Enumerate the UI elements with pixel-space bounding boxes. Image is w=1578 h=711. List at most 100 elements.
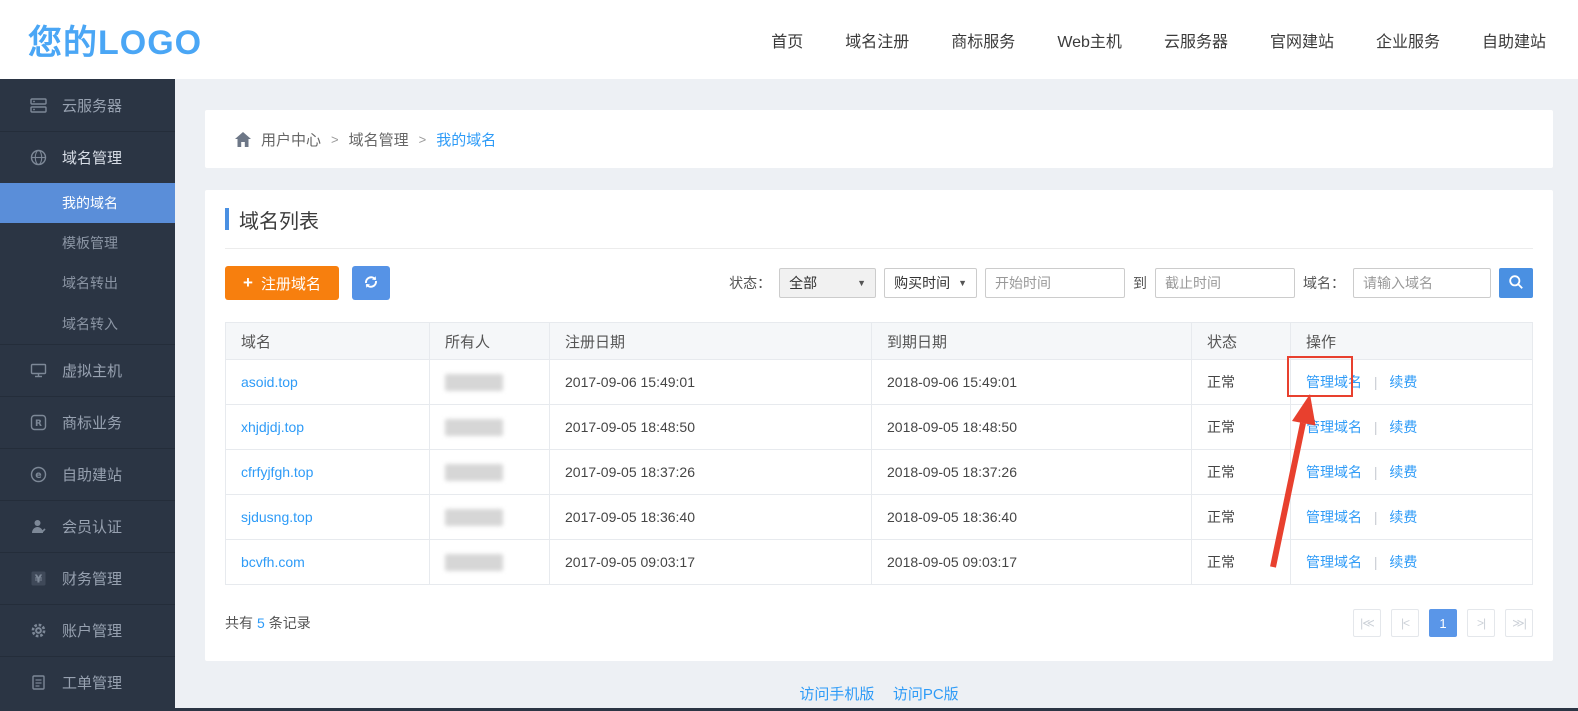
manage-domain-link[interactable]: 管理域名 <box>1306 554 1362 570</box>
nav-domain-register[interactable]: 域名注册 <box>845 28 909 52</box>
search-button[interactable] <box>1499 268 1533 298</box>
domain-link[interactable]: bcvfh.com <box>241 554 305 570</box>
status-select[interactable]: 全部 ▼ <box>779 268 876 298</box>
status-badge: 正常 <box>1192 405 1291 450</box>
sidebar-item-account-management[interactable]: 账户管理 <box>0 604 175 656</box>
end-date-input[interactable] <box>1155 268 1295 298</box>
renew-link[interactable]: 续费 <box>1389 464 1417 480</box>
title-accent-bar <box>225 208 229 230</box>
col-expires: 到期日期 <box>872 323 1192 360</box>
sidebar-item-domain-management[interactable]: 域名管理 <box>0 131 175 183</box>
action-separator: | <box>1374 509 1378 525</box>
sidebar-item-domain-transfer-out[interactable]: 域名转出 <box>0 263 175 303</box>
renew-link[interactable]: 续费 <box>1389 374 1417 390</box>
manage-domain-link[interactable]: 管理域名 <box>1306 509 1362 525</box>
pagination-prev-button[interactable]: |< <box>1391 609 1419 637</box>
register-domain-button[interactable]: + 注册域名 <box>225 266 339 300</box>
sidebar-item-self-site-builder[interactable]: e 自助建站 <box>0 448 175 500</box>
sidebar-item-ticket-management[interactable]: 工单管理 <box>0 656 175 708</box>
owner-redacted <box>445 509 503 526</box>
sidebar-item-label: 域名转入 <box>62 314 118 334</box>
action-separator: | <box>1374 419 1378 435</box>
sidebar: 云服务器 域名管理 我的域名 模板管理 域名转出 域名转入 虚拟主机 <box>0 79 175 711</box>
sidebar-item-label: 域名管理 <box>62 147 122 168</box>
nav-trademark-service[interactable]: 商标服务 <box>951 28 1015 52</box>
breadcrumb-separator: > <box>331 132 339 147</box>
manage-domain-link[interactable]: 管理域名 <box>1306 374 1362 390</box>
refresh-button[interactable] <box>352 266 390 300</box>
sidebar-item-member-verification[interactable]: 会员认证 <box>0 500 175 552</box>
pagination: |≪ |< 1 >| ≫| <box>1353 609 1533 637</box>
domain-link[interactable]: cfrfyjfgh.top <box>241 464 313 480</box>
renew-link[interactable]: 续费 <box>1389 554 1417 570</box>
expire-date: 2018-09-05 18:48:50 <box>872 405 1192 450</box>
status-badge: 正常 <box>1192 450 1291 495</box>
member-check-icon <box>30 518 47 535</box>
renew-link[interactable]: 续费 <box>1389 509 1417 525</box>
mobile-version-link[interactable]: 访问手机版 <box>799 686 874 703</box>
page-title: 域名列表 <box>239 205 319 234</box>
pagination-next-button[interactable]: >| <box>1467 609 1495 637</box>
domain-search-input[interactable] <box>1353 268 1491 298</box>
status-badge: 正常 <box>1192 495 1291 540</box>
nav-enterprise-service[interactable]: 企业服务 <box>1376 28 1440 52</box>
sidebar-item-label: 商标业务 <box>62 412 122 433</box>
top-navigation: 首页 域名注册 商标服务 Web主机 云服务器 官网建站 企业服务 自助建站 <box>771 28 1546 52</box>
breadcrumb-domain-management[interactable]: 域名管理 <box>349 129 409 150</box>
trademark-r-icon: R <box>30 414 47 431</box>
owner-redacted <box>445 374 503 391</box>
col-status: 状态 <box>1192 323 1291 360</box>
nav-home[interactable]: 首页 <box>771 28 803 52</box>
chevron-down-icon: ▼ <box>857 278 866 288</box>
col-owner: 所有人 <box>430 323 550 360</box>
toolbar: + 注册域名 状态： 全部 ▼ 购买时间 ▼ <box>225 266 1533 300</box>
nav-web-hosting[interactable]: Web主机 <box>1057 28 1122 52</box>
sidebar-item-cloud-server[interactable]: 云服务器 <box>0 79 175 131</box>
plus-icon: + <box>243 273 253 293</box>
breadcrumb-separator: > <box>419 132 427 147</box>
sidebar-item-label: 域名转出 <box>62 273 118 293</box>
status-select-value: 全部 <box>789 273 817 293</box>
time-type-select-value: 购买时间 <box>894 273 950 293</box>
pc-version-link[interactable]: 访问PC版 <box>893 686 959 703</box>
breadcrumb-user-center[interactable]: 用户中心 <box>261 129 321 150</box>
nav-cloud-server[interactable]: 云服务器 <box>1164 28 1228 52</box>
sidebar-item-my-domains[interactable]: 我的域名 <box>0 183 175 223</box>
sidebar-item-virtual-host[interactable]: 虚拟主机 <box>0 344 175 396</box>
owner-redacted <box>445 464 503 481</box>
time-type-select[interactable]: 购买时间 ▼ <box>884 268 977 298</box>
sidebar-item-domain-transfer-in[interactable]: 域名转入 <box>0 303 175 344</box>
sidebar-item-label: 虚拟主机 <box>62 360 122 381</box>
to-label: 到 <box>1133 273 1147 293</box>
table-row: asoid.top 2017-09-06 15:49:01 2018-09-06… <box>226 360 1533 405</box>
domain-link[interactable]: sjdusng.top <box>241 509 313 525</box>
filter-bar: 状态： 全部 ▼ 购买时间 ▼ 到 域名： <box>729 268 1533 298</box>
sidebar-item-label: 财务管理 <box>62 568 122 589</box>
breadcrumb-my-domains: 我的域名 <box>436 129 496 150</box>
renew-link[interactable]: 续费 <box>1389 419 1417 435</box>
expire-date: 2018-09-05 18:36:40 <box>872 495 1192 540</box>
nav-self-site[interactable]: 自助建站 <box>1482 28 1546 52</box>
sidebar-item-label: 云服务器 <box>62 95 122 116</box>
manage-domain-link[interactable]: 管理域名 <box>1306 464 1362 480</box>
pagination-last-button[interactable]: ≫| <box>1505 609 1533 637</box>
manage-domain-link[interactable]: 管理域名 <box>1306 419 1362 435</box>
home-icon <box>235 132 251 147</box>
pagination-first-button[interactable]: |≪ <box>1353 609 1381 637</box>
expire-date: 2018-09-05 18:37:26 <box>872 450 1192 495</box>
register-domain-label: 注册域名 <box>261 273 321 294</box>
chevron-down-icon: ▼ <box>958 278 967 288</box>
domain-link[interactable]: xhjdjdj.top <box>241 419 304 435</box>
start-date-input[interactable] <box>985 268 1125 298</box>
col-registered: 注册日期 <box>550 323 872 360</box>
svg-text:R: R <box>35 419 42 429</box>
sidebar-item-trademark-business[interactable]: R 商标业务 <box>0 396 175 448</box>
domain-link[interactable]: asoid.top <box>241 374 298 390</box>
table-row: sjdusng.top 2017-09-05 18:36:40 2018-09-… <box>226 495 1533 540</box>
sidebar-item-finance-management[interactable]: ¥ 财务管理 <box>0 552 175 604</box>
record-count-value: 5 <box>257 615 265 631</box>
status-filter-label: 状态： <box>729 273 771 293</box>
nav-official-site[interactable]: 官网建站 <box>1270 28 1334 52</box>
sidebar-item-template-management[interactable]: 模板管理 <box>0 223 175 263</box>
pagination-page-1[interactable]: 1 <box>1429 609 1457 637</box>
